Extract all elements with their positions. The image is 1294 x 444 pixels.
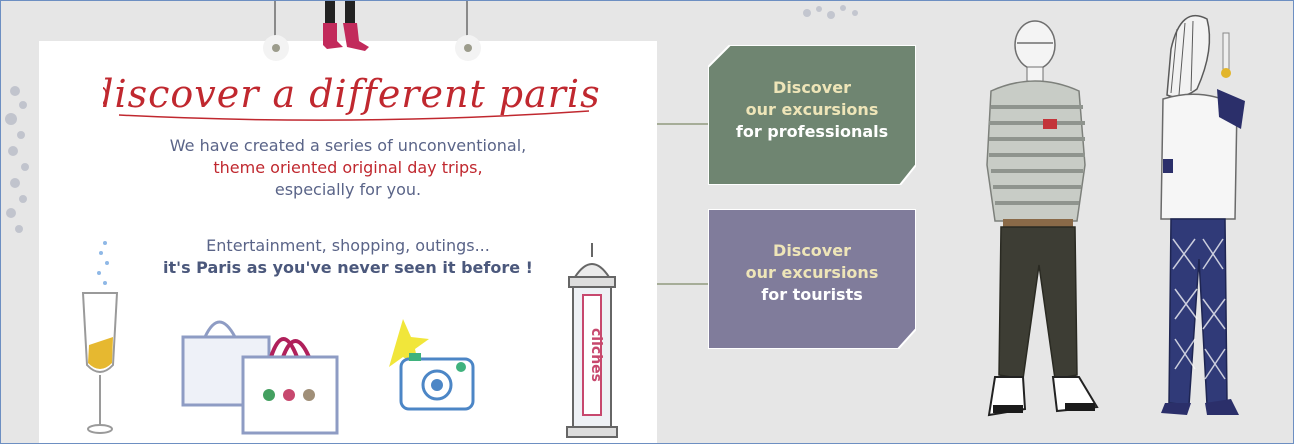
card-pin-right [455, 35, 481, 61]
woman-figure-illustration [1160, 14, 1245, 415]
page-frame: discover a different paris! We have crea… [0, 0, 1294, 444]
excursions-tourists-button[interactable]: Discover our excursions for tourists [708, 209, 916, 349]
tourists-line-3: for tourists [761, 285, 863, 304]
professionals-label: Discover our excursions for professional… [708, 77, 916, 143]
headline: discover a different paris! [103, 72, 603, 121]
tourists-line-2: our excursions [745, 263, 879, 282]
professionals-line-3: for professionals [735, 122, 889, 141]
decorative-flourish-left [5, 86, 29, 233]
intro-line-2: theme oriented original day trips, [213, 158, 483, 177]
intro-text: We have created a series of unconvention… [39, 135, 657, 201]
professionals-line-2: our excursions [745, 100, 879, 119]
promo-card: discover a different paris! We have crea… [39, 1, 657, 443]
intro-line-3: especially for you. [274, 180, 422, 199]
shopping-bags-icon [181, 320, 339, 435]
camera-icon [389, 319, 475, 411]
connector-tourists [657, 283, 711, 285]
man-figure-illustration [986, 20, 1099, 417]
connector-professionals [657, 123, 711, 125]
champagne-glass-icon [81, 241, 119, 434]
decorative-flourish-top [803, 5, 858, 19]
excursions-professionals-button[interactable]: Discover our excursions for professional… [708, 45, 916, 185]
intro-line-1: We have created a series of unconvention… [169, 136, 527, 155]
card-pin-left [263, 35, 289, 61]
pink-boots-icon [323, 1, 369, 51]
professionals-line-1: Discover [773, 78, 851, 97]
headline-text: discover a different paris! [103, 72, 603, 116]
advertising-column-icon: cliches [566, 243, 618, 438]
column-lettering: cliches [588, 328, 604, 382]
tourists-label: Discover our excursions for tourists [708, 240, 916, 306]
tourists-line-1: Discover [773, 241, 851, 260]
